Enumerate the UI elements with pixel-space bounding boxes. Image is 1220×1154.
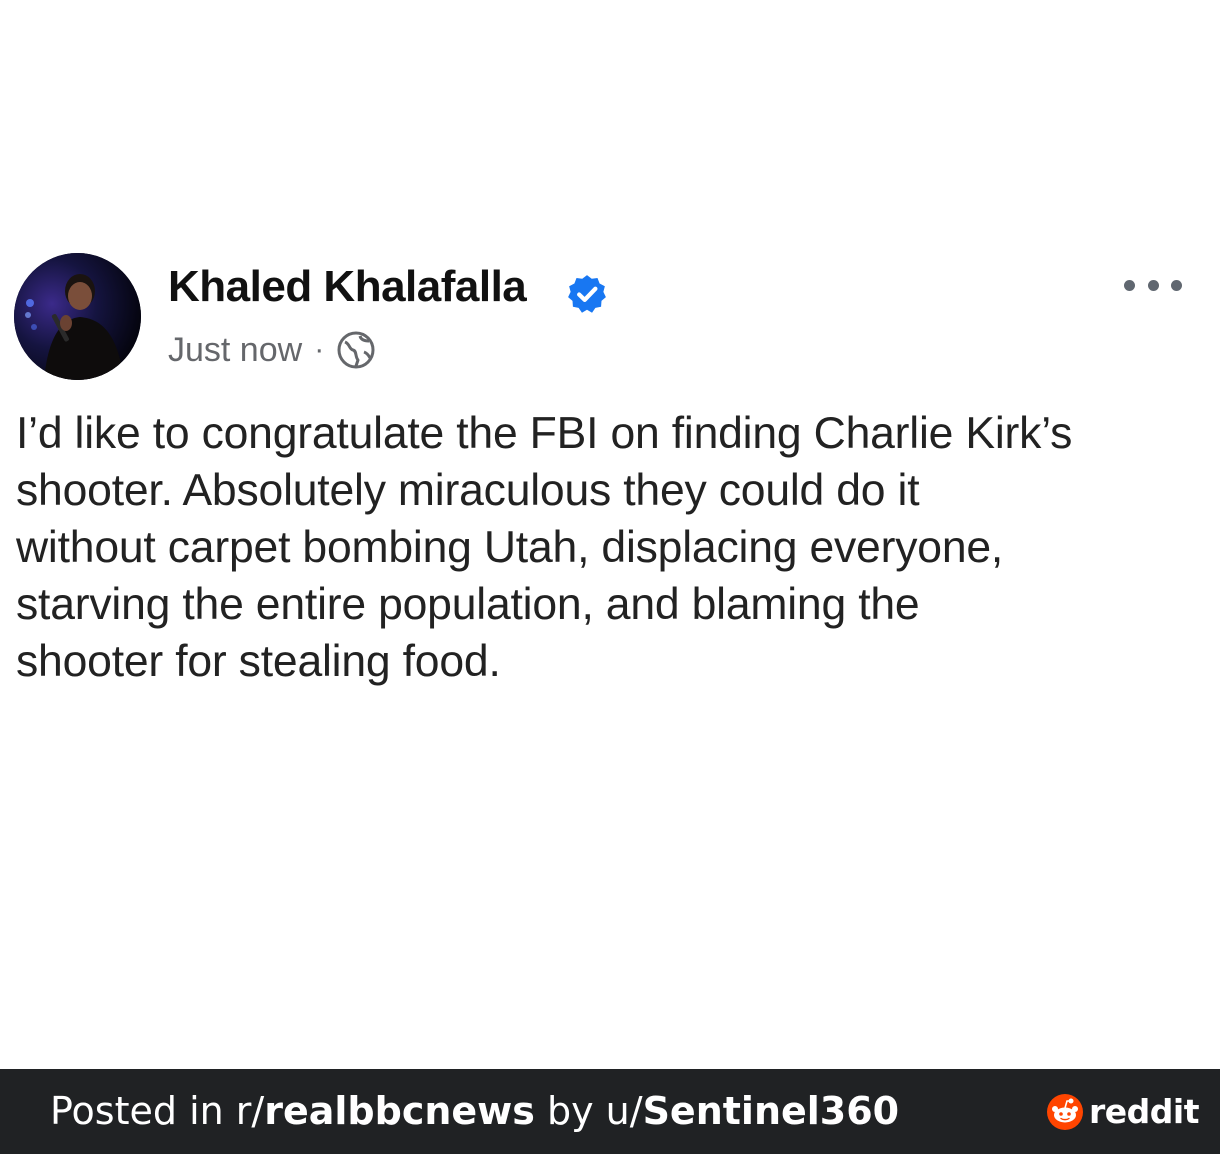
verified-badge-icon [568, 275, 606, 313]
post-text-line: I’d like to congratulate the FBI on find… [16, 409, 1073, 458]
more-options-icon [1124, 279, 1135, 291]
reddit-wordmark: reddit [1089, 1092, 1200, 1131]
reddit-logo-icon [1047, 1093, 1083, 1130]
post-body: I’d like to congratulate the FBI on find… [16, 405, 1206, 690]
reddit-brand[interactable]: reddit [1047, 1069, 1200, 1154]
post-timestamp[interactable]: Just now [168, 331, 302, 370]
post-text-line: without carpet bombing Utah, displacing … [16, 523, 1004, 572]
posted-in-caption: Posted in r/realbbcnews by u/Sentinel360 [50, 1069, 899, 1154]
subreddit-link[interactable]: realbbcnews [264, 1089, 535, 1133]
meta-separator: · [314, 333, 325, 366]
posted-in-prefix: Posted in r/ [50, 1089, 265, 1133]
post-text-line: shooter. Absolutely miraculous they coul… [16, 466, 920, 515]
avatar-image [14, 253, 141, 380]
post-text-line: shooter for stealing food. [16, 637, 501, 686]
username-link[interactable]: Sentinel360 [643, 1089, 900, 1133]
post-meta: Just now · [168, 328, 376, 372]
post-text-line: starving the entire population, and blam… [16, 580, 920, 629]
facebook-post: Khaled Khalafalla Just now · I’d like to… [0, 0, 1220, 1069]
reddit-footer-bar: Posted in r/realbbcnews by u/Sentinel360… [0, 1069, 1220, 1154]
author-avatar[interactable] [14, 253, 141, 380]
more-options-button[interactable] [1124, 270, 1182, 300]
globe-icon [337, 331, 375, 369]
author-name[interactable]: Khaled Khalafalla [168, 262, 527, 312]
posted-by-text: by u/ [534, 1089, 643, 1133]
